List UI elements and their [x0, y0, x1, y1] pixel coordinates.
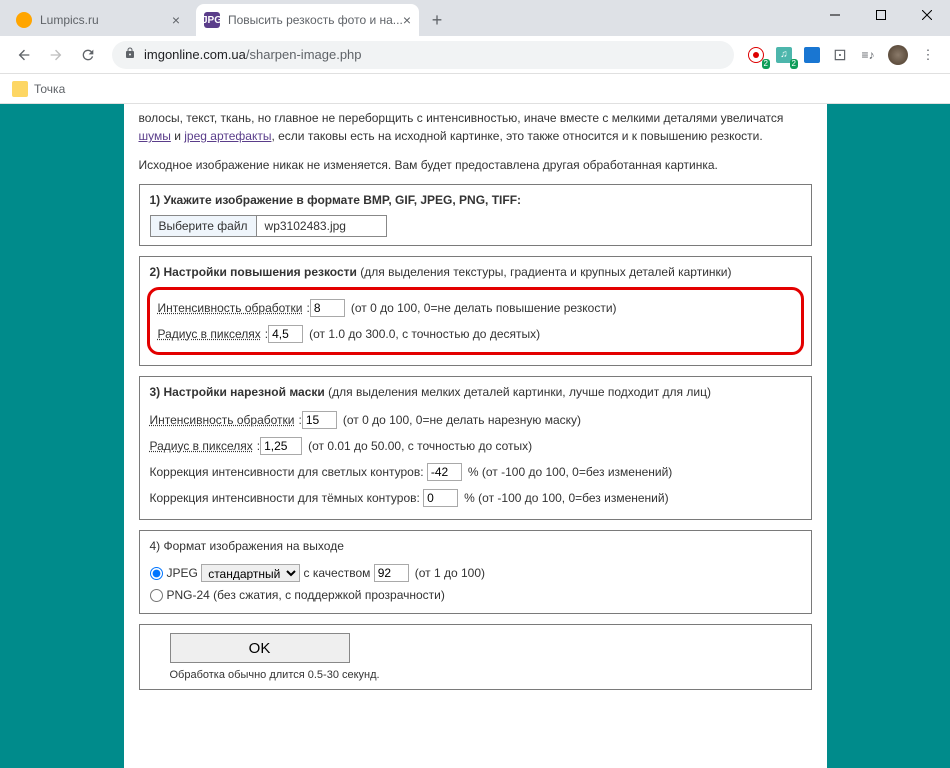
link-noise[interactable]: шумы	[139, 129, 171, 143]
close-tab-icon[interactable]: ×	[172, 12, 180, 28]
address-bar[interactable]: imgonline.com.ua/sharpen-image.php	[112, 41, 734, 69]
maximize-button[interactable]	[858, 0, 904, 30]
step1-title: 1) Укажите изображение в формате BMP, GI…	[150, 193, 522, 207]
light-correction-label: Коррекция интенсивности для светлых конт…	[150, 465, 424, 479]
bookmarks-bar: Точка	[0, 74, 950, 104]
intensity-hint: (от 0 до 100, 0=не делать повышение резк…	[351, 301, 617, 315]
intro-paragraph: волосы, текст, ткань, но главное не пере…	[139, 104, 812, 150]
intro-tail: , если таковы есть на исходной картинке,…	[271, 129, 762, 143]
section-file-select: 1) Укажите изображение в формате BMP, GI…	[139, 184, 812, 246]
row-sharpen-intensity: Интенсивность обработки: (от 0 до 100, 0…	[158, 295, 793, 321]
light-correction-input[interactable]	[427, 463, 462, 481]
browser-toolbar: imgonline.com.ua/sharpen-image.php 2 ♫ 2…	[0, 36, 950, 74]
row-sharpen-radius: Радиус в пикселях: (от 1.0 до 300.0, с т…	[158, 321, 793, 347]
jpeg-type-select[interactable]: стандартный	[201, 564, 300, 582]
browser-menu-button[interactable]: ⋮	[914, 41, 942, 69]
section-sharpen-settings: 2) Настройки повышения резкости (для выд…	[139, 256, 812, 366]
browser-tab-imgonline[interactable]: JPG Повысить резкость фото и на... ×	[196, 4, 419, 36]
lock-icon	[124, 47, 136, 62]
selected-filename: wp3102483.jpg	[257, 216, 386, 236]
png-radio[interactable]	[150, 589, 163, 602]
step4-title: 4) Формат изображения на выходе	[150, 539, 801, 553]
jpeg-quality-label: с качеством	[304, 566, 371, 580]
close-tab-icon[interactable]: ×	[403, 12, 411, 28]
section-unsharp-mask: 3) Настройки нарезной маски (для выделен…	[139, 376, 812, 520]
row-png-option: PNG-24 (без сжатия, с поддержкой прозрач…	[150, 585, 801, 605]
row-dark-correction: Коррекция интенсивности для тёмных конту…	[150, 485, 801, 511]
light-correction-hint: % (от -100 до 100, 0=без изменений)	[468, 465, 672, 479]
link-jpeg-artifacts[interactable]: jpeg артефакты	[184, 129, 271, 143]
browser-titlebar: Lumpics.ru × JPG Повысить резкость фото …	[0, 0, 950, 36]
sharpen-intensity-input[interactable]	[310, 299, 345, 317]
intensity-label: Интенсивность обработки	[158, 301, 303, 315]
minimize-button[interactable]	[812, 0, 858, 30]
dark-correction-hint: % (от -100 до 100, 0=без изменений)	[464, 491, 668, 505]
browser-tab-lumpics[interactable]: Lumpics.ru ×	[8, 4, 188, 36]
dark-correction-input[interactable]	[423, 489, 458, 507]
step2-title: 2) Настройки повышения резкости	[150, 265, 357, 279]
music-badge: 2	[790, 59, 798, 69]
png-label: PNG-24 (без сжатия, с поддержкой прозрач…	[167, 588, 445, 602]
step3-subtitle: (для выделения мелких деталей картинки, …	[325, 385, 711, 399]
section-output-format: 4) Формат изображения на выходе JPEG ста…	[139, 530, 812, 614]
favicon-imgonline: JPG	[204, 12, 220, 28]
url-host: imgonline.com.ua	[144, 47, 246, 62]
intro-and: и	[171, 129, 184, 143]
mask-intensity-input[interactable]	[302, 411, 337, 429]
jpeg-label: JPEG	[167, 566, 198, 580]
row-mask-intensity: Интенсивность обработки: (от 0 до 100, 0…	[150, 407, 801, 433]
window-controls	[812, 0, 950, 30]
extension-music-icon[interactable]: ♫ 2	[772, 43, 796, 67]
row-mask-radius: Радиус в пикселях: (от 0.01 до 50.00, с …	[150, 433, 801, 459]
extension-blue-icon[interactable]	[800, 43, 824, 67]
extension-generic-icon[interactable]: ⊡	[828, 43, 852, 67]
mask-intensity-label: Интенсивность обработки	[150, 413, 295, 427]
radius-hint: (от 1.0 до 300.0, с точностью до десятых…	[309, 327, 540, 341]
profile-avatar[interactable]	[888, 45, 908, 65]
close-window-button[interactable]	[904, 0, 950, 30]
jpeg-radio[interactable]	[150, 567, 163, 580]
tab-title: Lumpics.ru	[40, 13, 99, 27]
folder-icon	[12, 81, 28, 97]
reload-button[interactable]	[74, 41, 102, 69]
page-content: волосы, текст, ткань, но главное не пере…	[124, 104, 827, 768]
extension-adblock-icon[interactable]: 2	[744, 43, 768, 67]
bookmark-label: Точка	[34, 82, 65, 96]
processing-note: Обработка обычно длится 0.5-30 секунд.	[170, 669, 801, 681]
ok-button[interactable]: OK	[170, 633, 350, 663]
url-path: /sharpen-image.php	[246, 47, 362, 62]
step3-title: 3) Настройки нарезной маски	[150, 385, 325, 399]
dark-correction-label: Коррекция интенсивности для тёмных конту…	[150, 491, 420, 505]
blocked-count-badge: 2	[762, 59, 770, 69]
file-input[interactable]: Выберите файл wp3102483.jpg	[150, 215, 387, 237]
jpeg-quality-input[interactable]	[374, 564, 409, 582]
back-button[interactable]	[10, 41, 38, 69]
jpeg-quality-hint: (от 1 до 100)	[415, 566, 485, 580]
bookmark-tochka[interactable]: Точка	[12, 81, 65, 97]
mask-intensity-hint: (от 0 до 100, 0=не делать нарезную маску…	[343, 413, 581, 427]
highlighted-settings: Интенсивность обработки: (от 0 до 100, 0…	[147, 287, 804, 355]
favicon-lumpics	[16, 12, 32, 28]
mask-radius-hint: (от 0.01 до 50.00, с точностью до сотых)	[308, 439, 532, 453]
radius-label: Радиус в пикселях	[158, 327, 261, 341]
section-submit: OK Обработка обычно длится 0.5-30 секунд…	[139, 624, 812, 690]
row-light-correction: Коррекция интенсивности для светлых конт…	[150, 459, 801, 485]
tab-title: Повысить резкость фото и на...	[228, 13, 403, 27]
intro-text-fragment: волосы, текст, ткань, но главное не пере…	[139, 111, 784, 125]
reading-list-icon[interactable]: ≡♪	[856, 43, 880, 67]
mask-radius-input[interactable]	[260, 437, 302, 455]
mask-radius-label: Радиус в пикселях	[150, 439, 253, 453]
sharpen-radius-input[interactable]	[268, 325, 303, 343]
new-tab-button[interactable]: +	[423, 6, 451, 34]
forward-button[interactable]	[42, 41, 70, 69]
file-choose-button[interactable]: Выберите файл	[151, 216, 257, 236]
row-jpeg-option: JPEG стандартный с качеством (от 1 до 10…	[150, 561, 801, 585]
page-viewport: волосы, текст, ткань, но главное не пере…	[0, 104, 950, 768]
step2-subtitle: (для выделения текстуры, градиента и кру…	[357, 265, 732, 279]
intro-note: Исходное изображение никак не изменяется…	[139, 150, 812, 184]
